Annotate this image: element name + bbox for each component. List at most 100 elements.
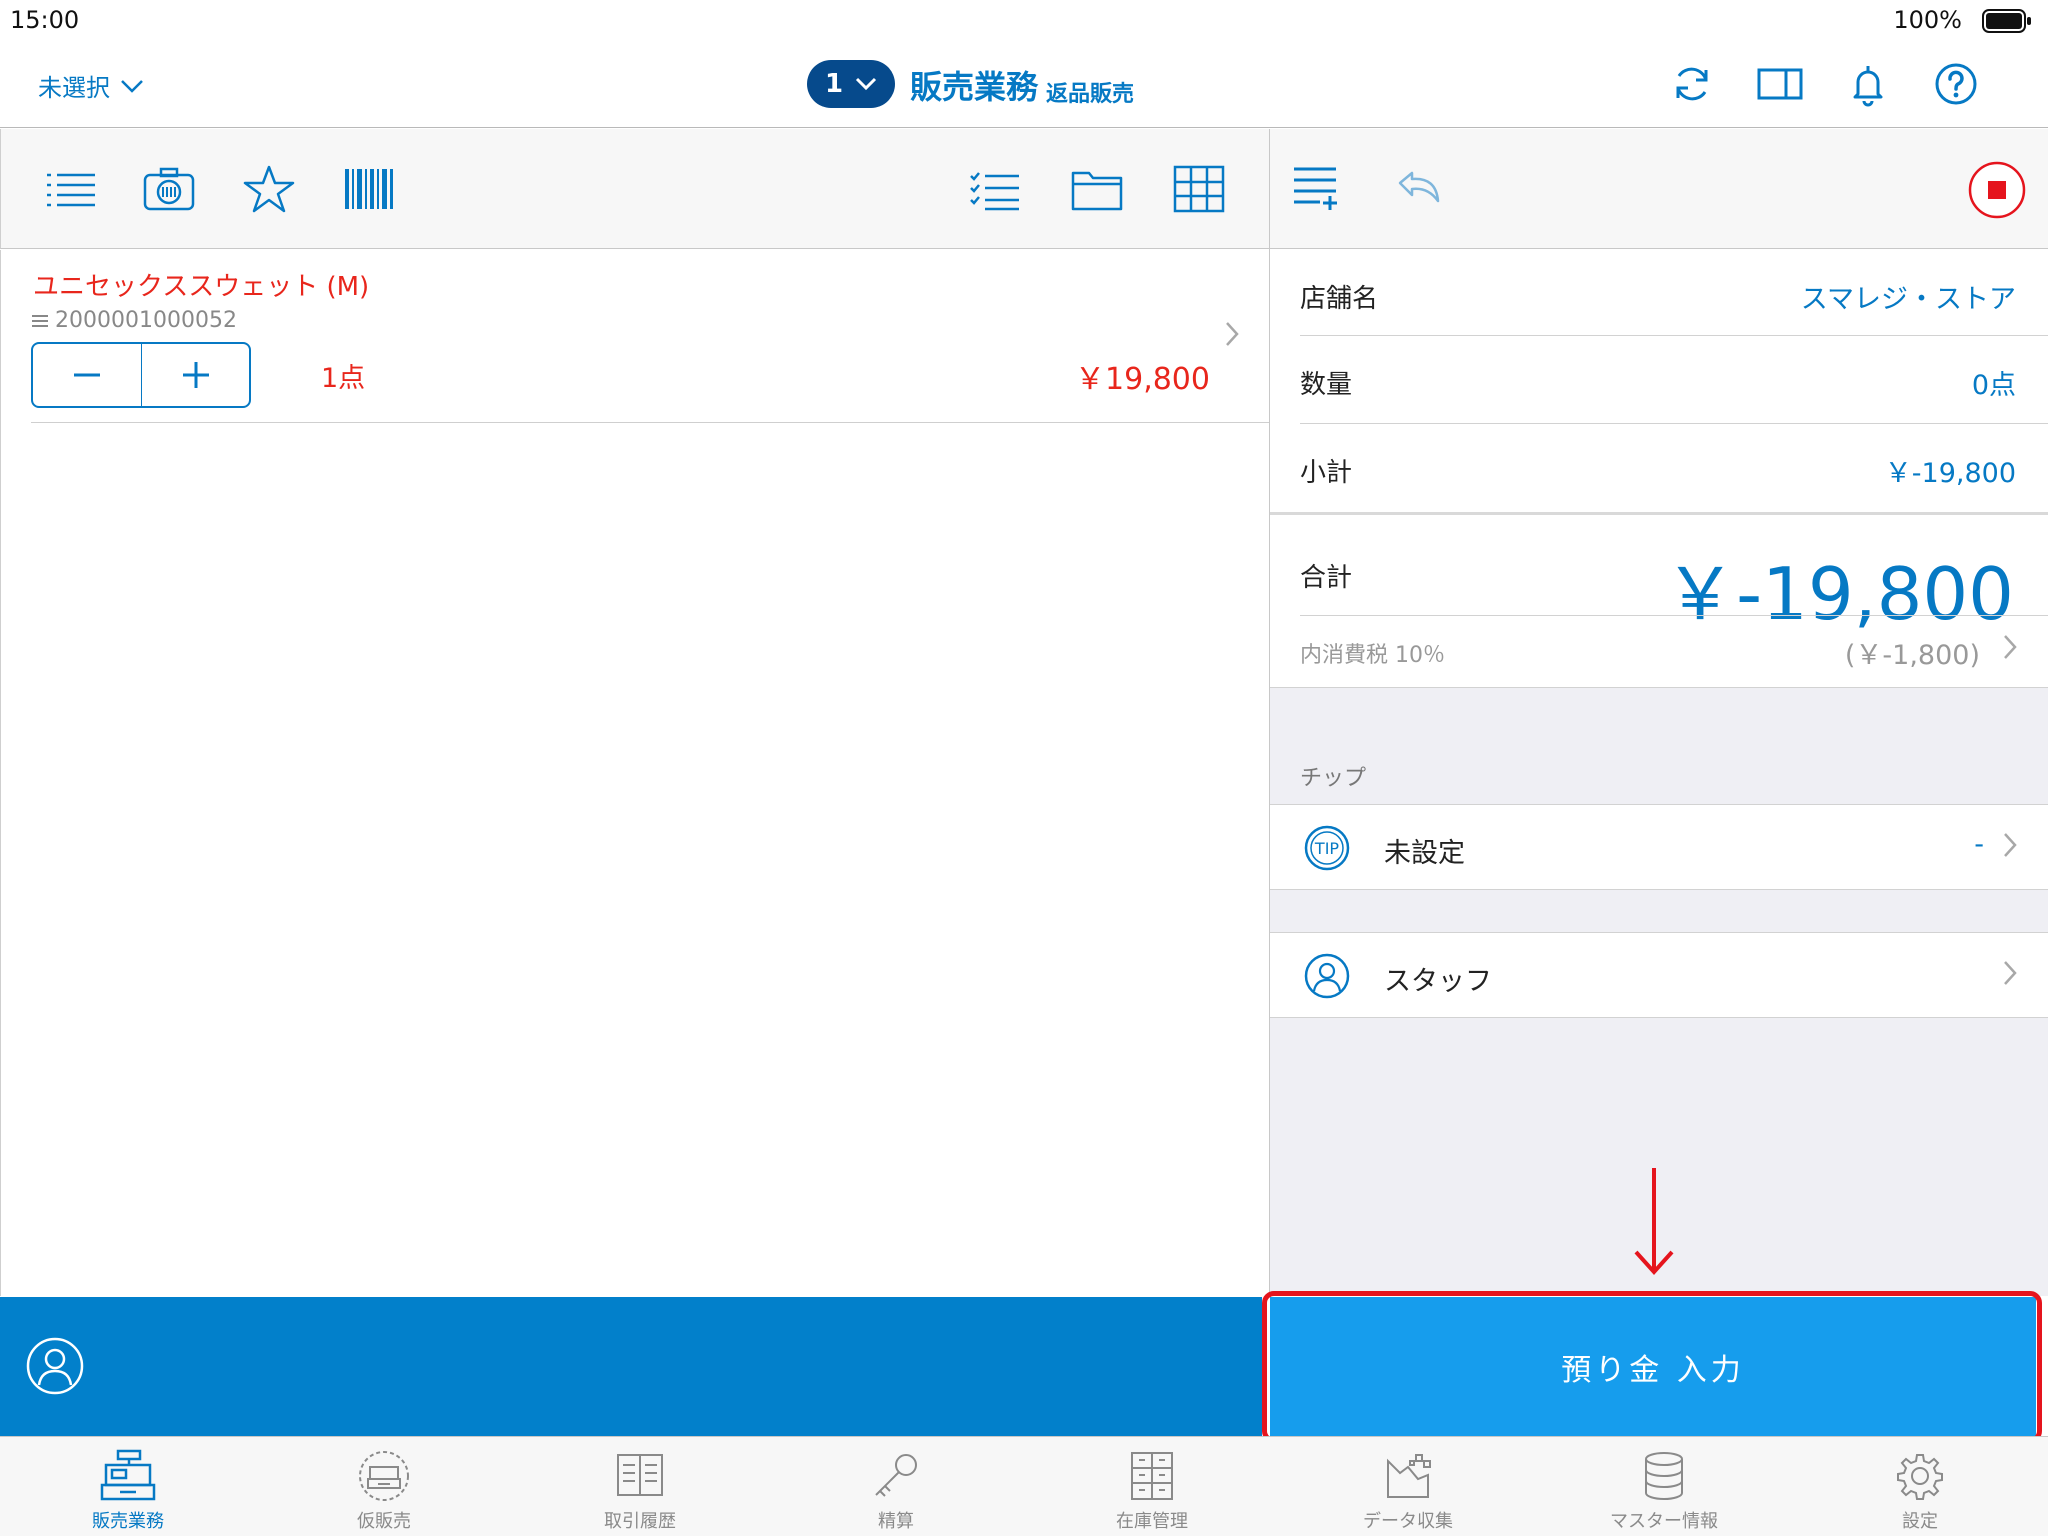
subtotal-label: 小計 (1300, 458, 1353, 488)
temp-sale-icon (359, 1451, 409, 1501)
status-bar: 15:00 100% (0, 0, 2048, 40)
chevron-down-icon (855, 77, 877, 91)
checklist-icon (970, 172, 1019, 211)
return-button[interactable] (1396, 169, 1444, 209)
page-subtitle: 返品販売 (1046, 82, 1135, 107)
barcode-icon (345, 169, 393, 209)
chevron-down-icon (120, 79, 144, 93)
item-name: ユニセックススウェット (M) (33, 272, 370, 302)
data-collection-icon (1387, 1454, 1431, 1498)
customer-select-button[interactable] (26, 1337, 84, 1395)
store-selector-label: 未選択 (38, 74, 110, 102)
key-icon (875, 1454, 917, 1497)
refresh-button[interactable] (1668, 60, 1716, 108)
tab-label: 在庫管理 (1116, 1511, 1188, 1532)
store-selector[interactable]: 未選択 (38, 68, 144, 103)
register-selector[interactable]: 1 (807, 60, 895, 108)
increment-button[interactable] (141, 344, 249, 406)
staff-label: スタッフ (1384, 966, 1492, 997)
item-quantity: 1点 (321, 363, 366, 394)
divider (1300, 423, 2048, 424)
chevron-right-icon (2002, 831, 2018, 859)
product-toolbar (0, 129, 1269, 249)
tab-label: マスター情報 (1610, 1511, 1718, 1532)
quantity-stepper[interactable] (31, 342, 251, 408)
tab-settlement[interactable]: 精算 (768, 1437, 1024, 1536)
tab-history[interactable]: 取引履歴 (512, 1437, 768, 1536)
navigation-bar: 未選択 1 販売業務 返品販売 (0, 40, 2048, 128)
register-number: 1 (824, 69, 844, 99)
category-folder-button[interactable] (1071, 165, 1123, 213)
tip-row[interactable]: TIP 未設定 - (1270, 804, 2048, 890)
cart-item[interactable]: ユニセックススウェット (M) 2000001000052 1点 ￥19,800 (31, 250, 1270, 423)
divider (1300, 335, 2048, 336)
item-code-row: 2000001000052 (31, 308, 237, 333)
gear-icon (1897, 1454, 1943, 1500)
summary-panel: 店舗名 スマレジ・ストア 数量 0点 小計 ￥-19,800 合計 ￥-19,8… (1270, 250, 2048, 1296)
divider (1300, 615, 2048, 616)
split-view-button[interactable] (1756, 60, 1804, 108)
barcode-button[interactable] (343, 165, 395, 213)
tab-bar: 販売業務 仮販売 取引履歴 精算 在庫管理 データ収集 マスター情報 設定 (0, 1436, 2048, 1536)
customer-bar (0, 1297, 1262, 1436)
help-icon (1935, 63, 1977, 105)
chevron-right-icon (1224, 320, 1240, 348)
tab-sales[interactable]: 販売業務 (0, 1437, 256, 1536)
notification-button[interactable] (1844, 60, 1892, 108)
quantity-label: 数量 (1300, 370, 1353, 400)
total-section[interactable]: 合計 ￥-19,800 内消費税 10％ (￥-1,800) (1270, 515, 2048, 688)
grid-view-button[interactable] (1173, 165, 1225, 213)
tab-label: 販売業務 (92, 1511, 164, 1532)
checklist-button[interactable] (969, 165, 1021, 213)
grid-icon (1173, 165, 1225, 213)
register-icon (100, 1449, 156, 1501)
code-list-icon (31, 313, 49, 329)
status-time: 15:00 (10, 6, 80, 34)
tab-label: 精算 (878, 1511, 914, 1532)
folder-icon (1071, 171, 1123, 211)
list-icon (47, 173, 95, 207)
decrement-button[interactable] (33, 344, 141, 406)
page-title: 販売業務 (910, 68, 1039, 106)
staff-row[interactable]: スタッフ (1270, 932, 2048, 1018)
tab-master-info[interactable]: マスター情報 (1536, 1437, 1792, 1536)
quantity-value: 0点 (1971, 370, 2016, 401)
arrow-down-icon (1632, 1168, 1676, 1278)
stop-icon (1968, 161, 2026, 219)
inventory-icon (1131, 1452, 1173, 1500)
favorites-button[interactable] (243, 165, 295, 213)
history-icon (617, 1454, 663, 1496)
staff-icon (1304, 953, 1350, 999)
refresh-icon (1676, 67, 1708, 101)
tab-data-collection[interactable]: データ収集 (1280, 1437, 1536, 1536)
tab-settings[interactable]: 設定 (1792, 1437, 2048, 1536)
camera-scan-button[interactable] (143, 165, 195, 213)
plus-icon (182, 362, 209, 388)
return-arrow-icon (1398, 171, 1440, 203)
store-value: スマレジ・ストア (1800, 284, 2016, 315)
customer-icon (26, 1337, 84, 1395)
store-label: 店舗名 (1300, 284, 1379, 314)
tab-temp-sale[interactable]: 仮販売 (256, 1437, 512, 1536)
total-value: ￥-19,800 (1664, 552, 2014, 636)
battery-icon (1982, 9, 2032, 33)
item-price: ￥19,800 (1075, 362, 1210, 397)
total-label: 合計 (1300, 563, 1353, 593)
tax-label: 内消費税 10％ (1300, 643, 1445, 668)
tip-value: - (1974, 829, 1984, 860)
database-icon (1645, 1452, 1683, 1500)
item-code: 2000001000052 (55, 308, 237, 333)
star-icon (243, 165, 295, 213)
add-line-button[interactable] (1292, 163, 1340, 213)
tab-label: 仮販売 (357, 1511, 411, 1532)
battery-percent: 100% (1893, 6, 1962, 34)
deposit-input-button[interactable]: 預り金 入力 (1270, 1297, 2036, 1436)
product-list-button[interactable] (45, 165, 97, 213)
tab-inventory[interactable]: 在庫管理 (1024, 1437, 1280, 1536)
subtotal-value: ￥-19,800 (1884, 458, 2016, 489)
stop-button[interactable] (1968, 161, 2026, 219)
tip-label: 未設定 (1384, 838, 1465, 869)
help-button[interactable] (1932, 60, 1980, 108)
bell-icon (1853, 66, 1883, 107)
tip-icon: TIP (1304, 825, 1350, 871)
